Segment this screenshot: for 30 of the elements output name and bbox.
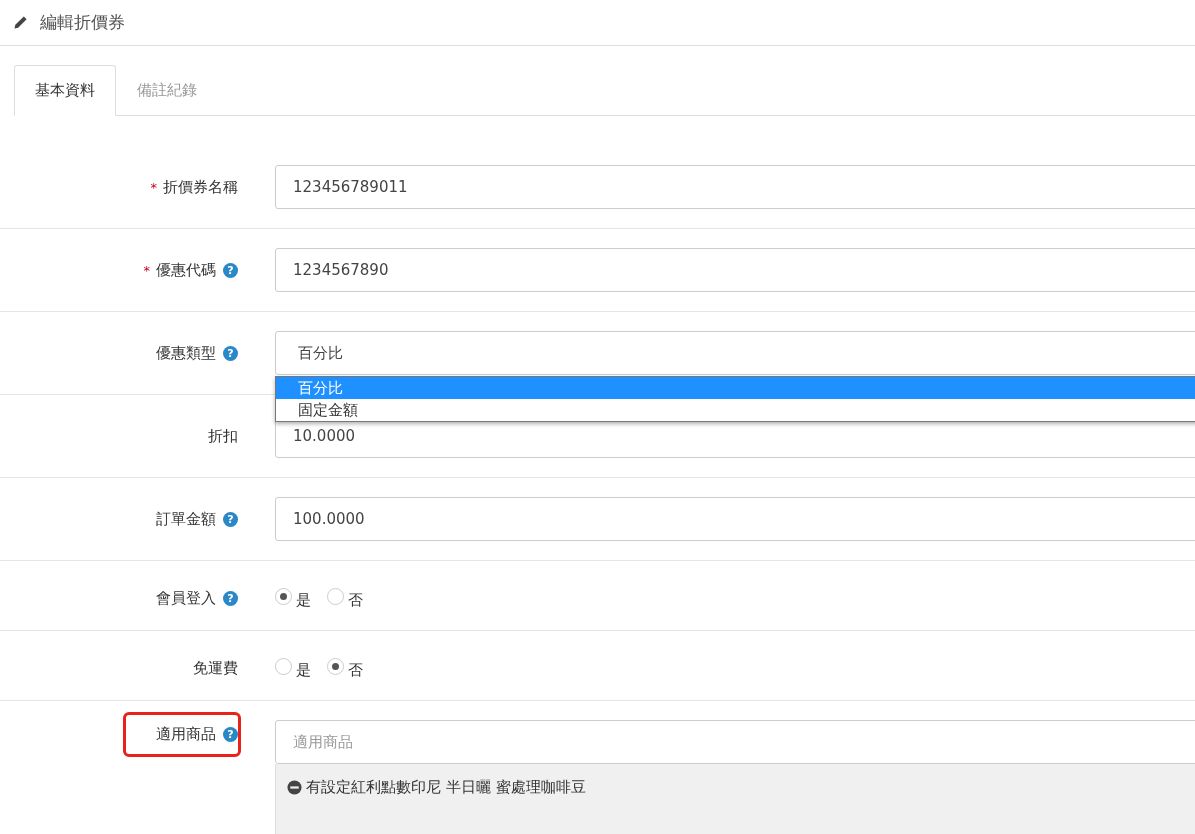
help-icon[interactable]: ?	[223, 345, 238, 361]
dropdown-option[interactable]: 固定金額	[276, 399, 1195, 421]
field-label: 優惠代碼	[156, 260, 216, 280]
text-field[interactable]: 100.0000	[275, 497, 1195, 541]
required-mark: *	[150, 179, 157, 195]
help-icon[interactable]: ?	[223, 262, 238, 278]
select-field[interactable]: 百分比	[275, 331, 1195, 375]
required-mark: *	[143, 262, 150, 278]
remove-icon[interactable]	[287, 780, 302, 795]
field-label: 折扣	[208, 426, 238, 446]
radio-label: 否	[348, 591, 363, 610]
help-icon[interactable]: ?	[223, 511, 238, 527]
text-field[interactable]: 1234567890	[275, 248, 1195, 292]
field-label: 免運費	[193, 659, 238, 678]
help-icon[interactable]: ?	[223, 727, 238, 742]
pencil-icon	[13, 15, 28, 30]
field-label: 折價券名稱	[163, 177, 238, 197]
field-label: 訂單金額	[156, 509, 216, 529]
product-name: 有設定紅利點數印尼 半日曬 蜜處理咖啡豆	[306, 778, 586, 797]
radio-label: 否	[348, 661, 363, 680]
radio-label: 是	[296, 661, 311, 680]
tab[interactable]: 基本資料	[14, 65, 116, 116]
product-search-field[interactable]: 適用商品	[275, 720, 1195, 764]
field-label: 適用商品	[156, 725, 216, 744]
text-field[interactable]: 123456789011	[275, 165, 1195, 209]
page-title: 編輯折價券	[40, 11, 125, 34]
radio-label: 是	[296, 591, 311, 610]
field-label: 會員登入	[156, 589, 216, 608]
field-label: 優惠類型	[156, 343, 216, 363]
help-icon[interactable]: ?	[223, 591, 238, 606]
